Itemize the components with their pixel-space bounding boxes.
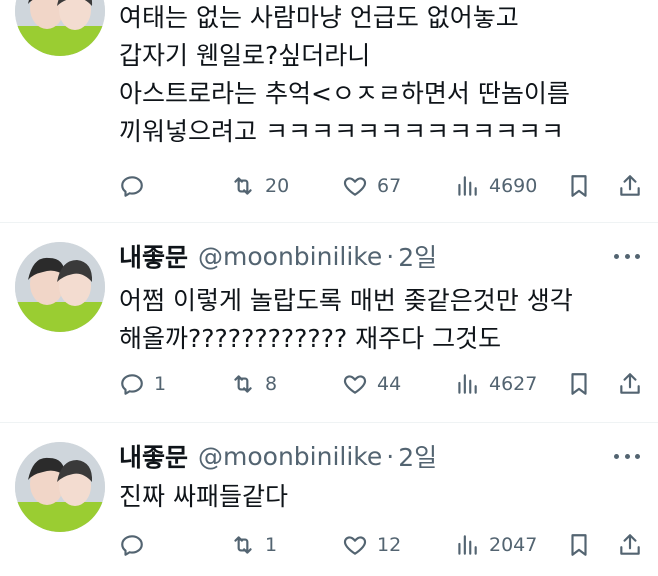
user-handle[interactable]: @moonbinilike — [198, 242, 382, 271]
tweet-text-line: 어쩜 이렇게 놀랍도록 매번 좆같은것만 생각 — [119, 286, 573, 315]
retweet-count: 20 — [265, 175, 290, 197]
views-button[interactable]: 2047 — [454, 530, 537, 560]
tweet-text-line: 진짜 싸패들같다 — [119, 482, 288, 511]
avatar[interactable] — [15, 442, 105, 532]
reply-icon — [121, 374, 143, 395]
share-icon — [620, 175, 640, 196]
views-icon — [458, 374, 477, 394]
like-count: 44 — [377, 373, 402, 395]
retweet-icon — [234, 177, 252, 195]
views-icon — [458, 535, 477, 555]
display-name[interactable]: 내좋문 — [119, 238, 188, 274]
reply-button[interactable]: 1 — [119, 369, 166, 399]
tweet-3[interactable]: 내좋문 @moonbinilike · 2일 진짜 싸패들같다 1 12 204… — [0, 423, 658, 576]
views-button[interactable]: 4690 — [454, 171, 537, 201]
tweet-text: 진짜 싸패들같다 — [119, 478, 644, 516]
heart-icon — [343, 177, 367, 196]
retweet-count: 1 — [265, 534, 278, 556]
like-count: 67 — [377, 175, 402, 197]
separator-dot: · — [386, 441, 395, 471]
user-handle[interactable]: @moonbinilike — [198, 442, 382, 471]
like-button[interactable]: 44 — [342, 369, 401, 399]
bookmark-button[interactable] — [566, 171, 592, 201]
reply-count: 1 — [154, 373, 167, 395]
bookmark-icon — [571, 534, 587, 556]
display-name[interactable]: 내좋문 — [119, 438, 188, 474]
more-icon[interactable] — [614, 243, 640, 269]
share-button[interactable] — [617, 369, 643, 399]
tweet-text-line: 여태는 없는 사람마냥 언급도 없어놓고 — [119, 3, 519, 32]
reply-button[interactable] — [119, 171, 154, 201]
retweet-button[interactable]: 1 — [230, 530, 277, 560]
separator-dot: · — [386, 241, 395, 271]
reply-icon — [121, 176, 143, 197]
heart-icon — [343, 375, 367, 394]
retweet-icon — [234, 536, 252, 554]
share-button[interactable] — [617, 530, 643, 560]
tweet-actions: 1 8 44 4627 — [119, 369, 644, 399]
tweet-actions: 20 67 4690 — [119, 171, 644, 201]
timestamp[interactable]: 2일 — [398, 438, 437, 474]
views-button[interactable]: 4627 — [454, 369, 537, 399]
share-icon — [620, 534, 640, 555]
views-count: 4627 — [489, 373, 538, 395]
like-count: 12 — [377, 534, 402, 556]
share-icon — [620, 373, 640, 394]
avatar[interactable] — [15, 242, 105, 332]
retweet-button[interactable]: 8 — [230, 369, 277, 399]
tweet-text-line: 아스트로라는 추억<ㅇㅈㄹ하면서 딴놈이름 — [119, 79, 570, 108]
tweet-header: 내좋문 @moonbinilike · 2일 — [119, 439, 437, 473]
reply-button[interactable] — [119, 530, 154, 560]
retweet-button[interactable]: 20 — [230, 171, 289, 201]
share-button[interactable] — [617, 171, 643, 201]
views-count: 2047 — [489, 534, 538, 556]
bookmark-button[interactable] — [566, 369, 592, 399]
tweet-1[interactable]: 여태는 없는 사람마냥 언급도 없어놓고 갑자기 웬일로?싶더라니 아스트로라는… — [0, 0, 658, 222]
views-icon — [458, 176, 477, 196]
tweet-text: 여태는 없는 사람마냥 언급도 없어놓고 갑자기 웬일로?싶더라니 아스트로라는… — [119, 0, 644, 151]
tweet-text-line: 갑자기 웬일로?싶더라니 — [119, 41, 371, 70]
bookmark-icon — [571, 373, 587, 395]
tweet-actions: 1 12 2047 — [119, 530, 644, 560]
avatar-photo — [15, 0, 105, 56]
tweet-header: 내좋문 @moonbinilike · 2일 — [119, 239, 437, 273]
avatar-photo — [15, 242, 105, 332]
bookmark-icon — [571, 175, 587, 197]
tweet-text-line: 해올까???????????? 재주다 그것도 — [119, 324, 502, 353]
like-button[interactable]: 67 — [342, 171, 401, 201]
heart-icon — [343, 536, 367, 555]
avatar[interactable] — [15, 0, 105, 56]
bookmark-button[interactable] — [566, 530, 592, 560]
views-count: 4690 — [489, 175, 538, 197]
tweet-text: 어쩜 이렇게 놀랍도록 매번 좆같은것만 생각 해올까???????????? … — [119, 282, 644, 358]
retweet-count: 8 — [265, 373, 278, 395]
avatar-photo — [15, 442, 105, 532]
reply-icon — [121, 535, 143, 556]
tweet-2[interactable]: 내좋문 @moonbinilike · 2일 어쩜 이렇게 놀랍도록 매번 좆같… — [0, 223, 658, 422]
retweet-icon — [234, 375, 252, 393]
timestamp[interactable]: 2일 — [398, 238, 437, 274]
more-icon[interactable] — [614, 443, 640, 469]
tweet-text-line: 끼워넣으려고 ㅋㅋㅋㅋㅋㅋㅋㅋㅋㅋㅋㅋㅋ — [119, 117, 564, 146]
like-button[interactable]: 12 — [342, 530, 401, 560]
